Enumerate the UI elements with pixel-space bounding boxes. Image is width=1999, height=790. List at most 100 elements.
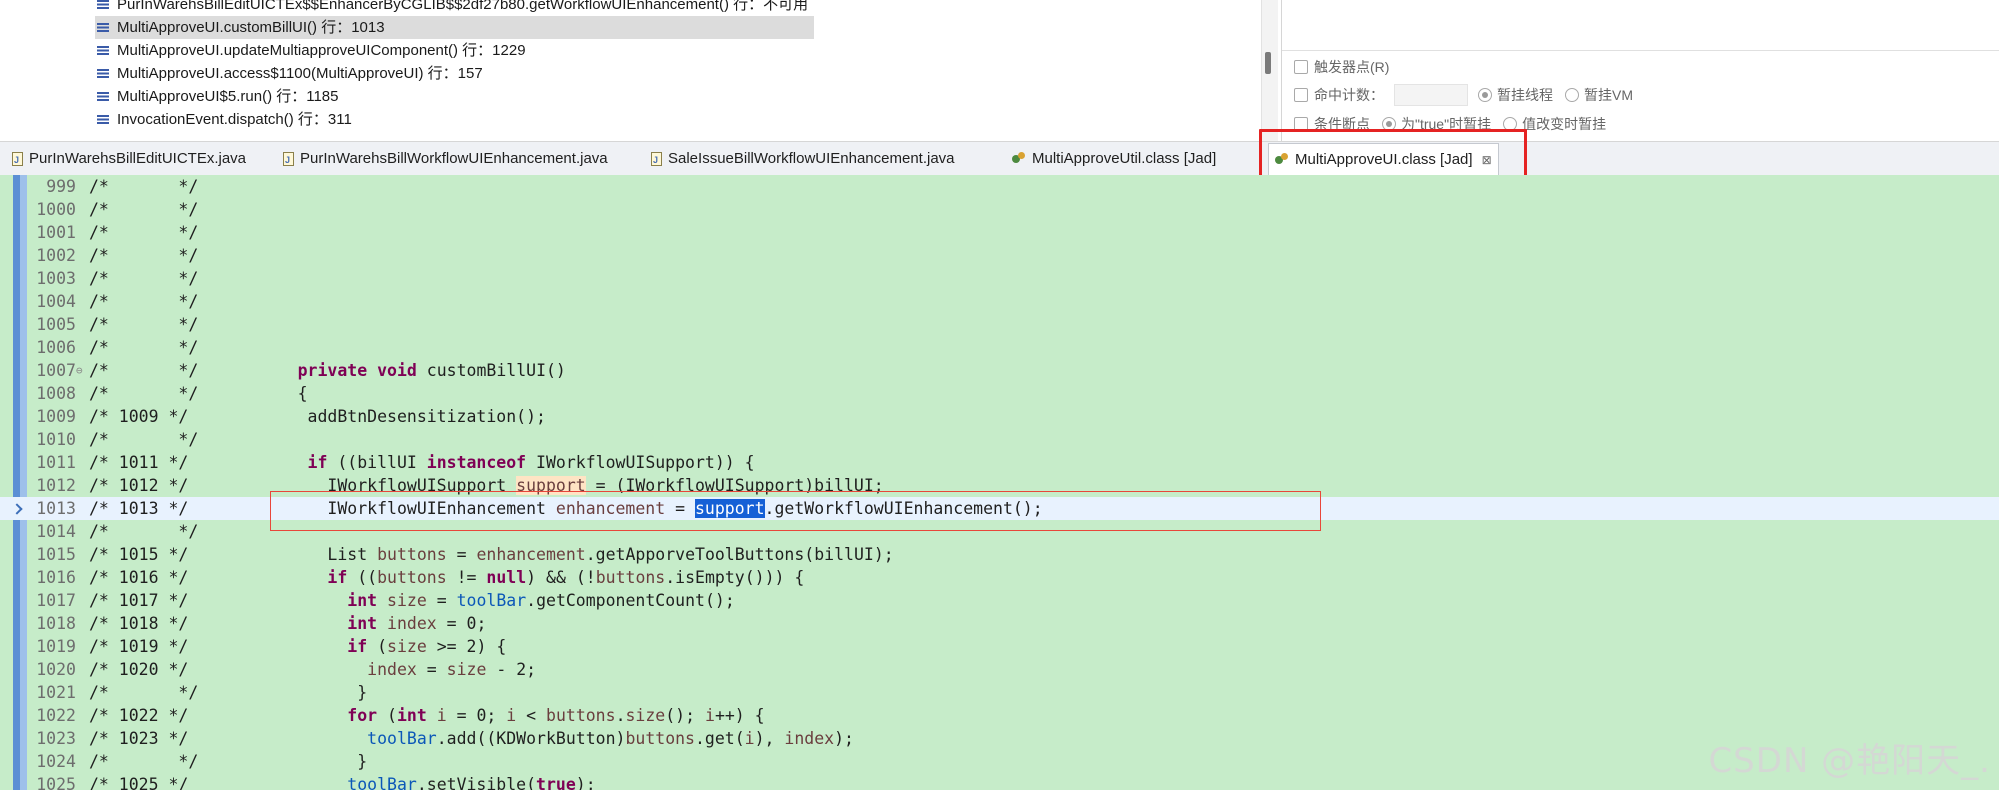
code-text: /* 1017 */ int size = toolBar.getCompone… <box>89 591 735 610</box>
code-text: /* */ <box>89 246 199 265</box>
code-text: /* */ <box>89 269 199 288</box>
fold-icon[interactable]: ⊖ <box>76 359 83 382</box>
java-file-icon <box>12 145 23 175</box>
stack-frame-item[interactable]: InvocationEvent.dispatch() 行：311 <box>95 108 814 131</box>
line-number: 1012 <box>36 476 76 495</box>
editor-tab[interactable]: PurInWarehsBillEditUICTEx.java <box>12 144 247 175</box>
stack-frame-icon <box>97 46 109 55</box>
code-line[interactable]: 1021 /* */ } <box>0 681 1999 704</box>
code-line[interactable]: 1011 /* 1011 */ if ((billUI instanceof IW… <box>0 451 1999 474</box>
trigger-point-row[interactable]: 触发器点(R) <box>1294 57 1389 77</box>
code-line[interactable]: 1018 /* 1018 */ int index = 0; <box>0 612 1999 635</box>
class-file-icon <box>1012 152 1026 166</box>
hit-count-checkbox[interactable] <box>1294 88 1308 102</box>
suspend-vm-label: 暂挂VM <box>1584 87 1633 103</box>
java-file-icon <box>651 145 662 175</box>
stack-frame-item[interactable]: MultiApproveUI.updateMultiapproveUICompo… <box>95 39 814 62</box>
line-number: 1009 <box>36 407 76 426</box>
code-line[interactable]: 1016 /* 1016 */ if ((buttons != null) && … <box>0 566 1999 589</box>
line-number: 1008 <box>36 384 76 403</box>
code-line[interactable]: 1015 /* 1015 */ List buttons = enhancemen… <box>0 543 1999 566</box>
code-text: /* */ } <box>89 752 368 771</box>
code-text: /* */ <box>89 292 199 311</box>
code-line[interactable]: 1023 /* 1023 */ toolBar.add((KDWorkButton… <box>0 727 1999 750</box>
suspend-thread-label: 暂挂线程 <box>1497 87 1553 103</box>
code-editor[interactable]: 999 /* */ 1000 /* */ 1001 /* */ 1002 /* */ 1003 /… <box>0 175 1999 790</box>
code-line[interactable]: 1004 /* */ <box>0 290 1999 313</box>
trigger-point-checkbox[interactable] <box>1294 60 1308 74</box>
editor-tab-label: PurInWarehsBillEditUICTEx.java <box>29 150 247 167</box>
code-text: /* 1022 */ for (int i = 0; i < buttons.s… <box>89 706 765 725</box>
scrollbar-thumb[interactable] <box>1265 52 1271 74</box>
line-number: 1018 <box>36 614 76 633</box>
code-line[interactable]: 1000 /* */ <box>0 198 1999 221</box>
code-text: /* */ <box>89 315 199 334</box>
code-line[interactable]: 1006 /* */ <box>0 336 1999 359</box>
line-number: 1006 <box>36 338 76 357</box>
stack-frame-label: MultiApproveUI.access$1100(MultiApproveU… <box>117 65 483 82</box>
line-number: 1023 <box>36 729 76 748</box>
when-changed-label: 值改变时暂挂 <box>1522 116 1607 132</box>
editor-tab-label: SaleIssueBillWorkflowUIEnhancement.java <box>668 150 955 167</box>
code-line[interactable]: 1009 /* 1009 */ addBtnDesensitization(); <box>0 405 1999 428</box>
stack-frame-item[interactable]: MultiApproveUI$5.run() 行：1185 <box>95 85 814 108</box>
code-line[interactable]: 1008 /* */ { <box>0 382 1999 405</box>
stack-frame-icon <box>97 23 109 32</box>
code-line[interactable]: 999 /* */ <box>0 175 1999 198</box>
code-text: /* */ <box>89 200 199 219</box>
line-number: 1019 <box>36 637 76 656</box>
code-text: /* */ <box>89 177 199 196</box>
stack-frame-item[interactable]: MultiApproveUI.customBillUI() 行：1013 <box>95 16 815 39</box>
line-number: 1017 <box>36 591 76 610</box>
editor-tab-bar: PurInWarehsBillEditUICTEx.java PurInWareh… <box>0 141 1999 177</box>
hit-count-label: 命中计数： <box>1314 87 1384 103</box>
hit-count-row: 命中计数： 暂挂线程 暂挂VM <box>1294 84 1633 106</box>
suspend-vm-radio[interactable] <box>1565 88 1579 102</box>
code-line[interactable]: 1020 /* 1020 */ index = size - 2; <box>0 658 1999 681</box>
code-line[interactable]: 1019 /* 1019 */ if (size >= 2) { <box>0 635 1999 658</box>
line-number: 1022 <box>36 706 76 725</box>
line-number: 1001 <box>36 223 76 242</box>
editor-tab-label: PurInWarehsBillWorkflowUIEnhancement.jav… <box>300 150 608 167</box>
watermark: CSDN @艳阳天_. <box>1708 741 1991 781</box>
code-text: /* 1011 */ if ((billUI instanceof IWorkf… <box>89 453 755 472</box>
code-line[interactable]: 1024 /* */ } <box>0 750 1999 773</box>
line-number: 1002 <box>36 246 76 265</box>
trigger-point-label: 触发器点(R) <box>1314 59 1390 75</box>
code-line[interactable]: 1001 /* */ <box>0 221 1999 244</box>
code-text: /* */ <box>89 338 199 357</box>
stack-frame-label: InvocationEvent.dispatch() 行：311 <box>117 111 352 128</box>
code-text: /* */ <box>89 223 199 242</box>
line-number: 1024 <box>36 752 76 771</box>
current-line-annotation-box <box>270 491 1321 531</box>
hit-count-input[interactable] <box>1394 84 1468 106</box>
stack-frame-item[interactable]: MultiApproveUI.access$1100(MultiApproveU… <box>95 62 814 85</box>
debug-top-area: PurInWarehsBillEditUICTEx$$EnhancerByCGL… <box>0 0 1999 141</box>
stack-frame-icon <box>97 0 109 9</box>
code-line[interactable]: 1022 /* 1022 */ for (int i = 0; i < butto… <box>0 704 1999 727</box>
breakpoint-properties-panel: 触发器点(R) 命中计数： 暂挂线程 暂挂VM 条件断点 为"true"时暂挂 … <box>1281 0 1999 141</box>
code-text: /* 1009 */ addBtnDesensitization(); <box>89 407 546 426</box>
suspend-thread-radio[interactable] <box>1478 88 1492 102</box>
stack-frame-item[interactable]: PurInWarehsBillEditUICTEx$$EnhancerByCGL… <box>95 0 814 16</box>
code-line[interactable]: 1003 /* */ <box>0 267 1999 290</box>
code-line[interactable]: 1002 /* */ <box>0 244 1999 267</box>
code-line[interactable]: 1007 /* */ private void customBillUI() ⊖ <box>0 359 1999 382</box>
stack-scrollbar[interactable] <box>1261 0 1278 141</box>
code-line[interactable]: 1010 /* */ <box>0 428 1999 451</box>
code-line[interactable]: 1025 /* 1025 */ toolBar.setVisible(true); <box>0 773 1999 790</box>
stack-frame-icon <box>97 115 109 124</box>
code-line[interactable]: 1005 /* */ <box>0 313 1999 336</box>
code-lines: 999 /* */ 1000 /* */ 1001 /* */ 1002 /* */ 1003 /… <box>0 175 1999 790</box>
editor-tab[interactable]: SaleIssueBillWorkflowUIEnhancement.java <box>651 144 955 175</box>
code-text: /* */ <box>89 430 199 449</box>
code-text: /* */ { <box>89 384 308 403</box>
line-number: 1003 <box>36 269 76 288</box>
stack-frame-label: MultiApproveUI$5.run() 行：1185 <box>117 88 339 105</box>
breakpoint-detail-area <box>1282 0 1999 51</box>
line-number: 1021 <box>36 683 76 702</box>
editor-tab[interactable]: MultiApproveUtil.class [Jad] <box>1012 144 1216 174</box>
code-line[interactable]: 1017 /* 1017 */ int size = toolBar.getCom… <box>0 589 1999 612</box>
line-number: 1011 <box>36 453 76 472</box>
editor-tab[interactable]: PurInWarehsBillWorkflowUIEnhancement.jav… <box>283 144 608 175</box>
